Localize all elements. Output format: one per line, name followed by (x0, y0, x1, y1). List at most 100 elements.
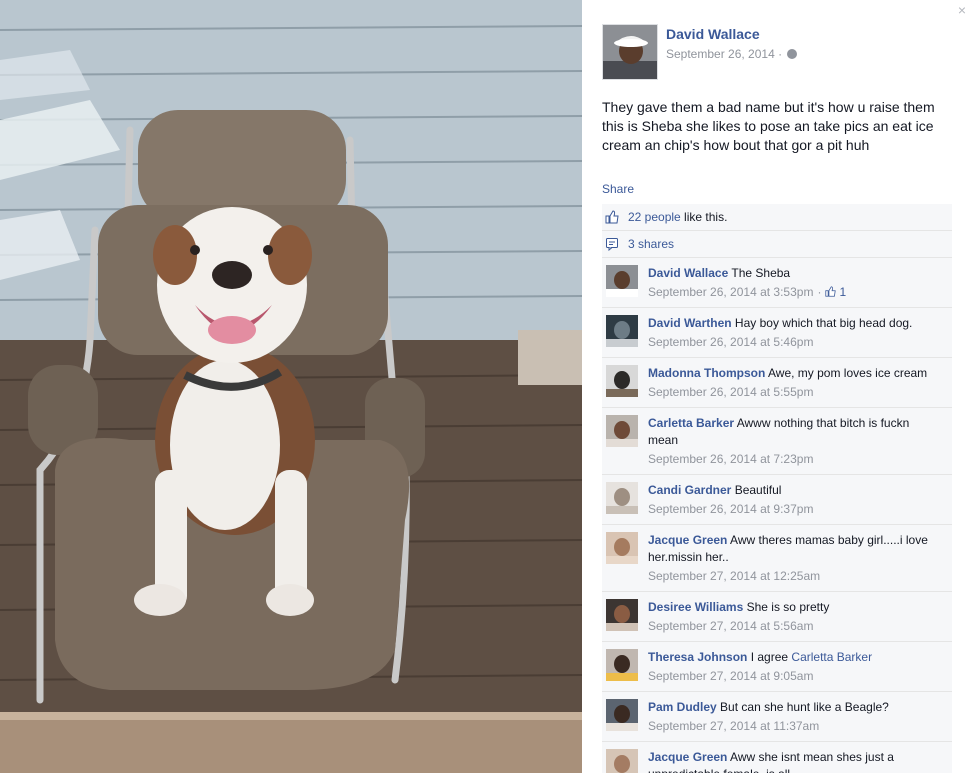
comment-body: Madonna Thompson Awe, my pom loves ice c… (648, 365, 934, 401)
likes-row: 22 people like this. (602, 204, 952, 231)
commenter-avatar[interactable] (606, 649, 638, 681)
post-author-header: David Wallace September 26, 2014 · (602, 24, 798, 80)
comment-mention-link[interactable]: Carletta Barker (791, 650, 872, 664)
author-name[interactable]: David Wallace (666, 26, 797, 42)
comment-text: But can she hunt like a Beagle? (720, 700, 889, 714)
commenter-avatar[interactable] (606, 415, 638, 447)
comment-meta: September 27, 2014 at 12:25am (648, 568, 934, 585)
comment-item: Carletta Barker Awww nothing that bitch … (602, 408, 952, 475)
comment-author[interactable]: Madonna Thompson (648, 366, 765, 380)
comment-timestamp[interactable]: September 26, 2014 at 9:37pm (648, 502, 813, 516)
comment-author[interactable]: David Warthen (648, 316, 732, 330)
share-icon (604, 236, 620, 252)
post-date-line: September 26, 2014 · (666, 47, 798, 61)
comment-line: Theresa Johnson I agree Carletta Barker (648, 649, 934, 666)
comment-body: Carletta Barker Awww nothing that bitch … (648, 415, 934, 468)
comment-item: David Warthen Hay boy which that big hea… (602, 308, 952, 358)
comment-meta: September 27, 2014 at 9:05am (648, 668, 934, 685)
comment-item: Theresa Johnson I agree Carletta Barker S… (602, 642, 952, 692)
comment-item: Madonna Thompson Awe, my pom loves ice c… (602, 358, 952, 408)
comment-timestamp[interactable]: September 26, 2014 at 7:23pm (648, 452, 813, 466)
comment-author[interactable]: Pam Dudley (648, 700, 717, 714)
comment-meta: September 26, 2014 at 7:23pm (648, 451, 934, 468)
comment-line: Jacque Green Aww theres mamas baby girl.… (648, 532, 934, 566)
author-meta: David Wallace September 26, 2014 · (666, 26, 798, 80)
comment-timestamp[interactable]: September 26, 2014 at 3:53pm (648, 285, 813, 299)
commenter-avatar[interactable] (606, 699, 638, 731)
comment-meta: September 26, 2014 at 3:53pm · 1 (648, 284, 934, 301)
commenter-avatar[interactable] (606, 532, 638, 564)
comment-author[interactable]: Candi Gardner (648, 483, 731, 497)
comment-body: Theresa Johnson I agree Carletta Barker S… (648, 649, 934, 685)
comment-item: Desiree Williams She is so pretty Septemb… (602, 592, 952, 642)
comment-author[interactable]: Jacque Green (648, 750, 727, 764)
comment-author[interactable]: Desiree Williams (648, 600, 743, 614)
comment-text: I agree (750, 650, 789, 664)
comment-line: Jacque Green Aww she isnt mean shes just… (648, 749, 934, 773)
comment-meta: September 26, 2014 at 5:46pm (648, 334, 934, 351)
likes-suffix: like this. (680, 210, 728, 224)
comment-item: Jacque Green Aww she isnt mean shes just… (602, 742, 952, 773)
comment-body: Pam Dudley But can she hunt like a Beagl… (648, 699, 934, 735)
comment-timestamp[interactable]: September 27, 2014 at 12:25am (648, 569, 820, 583)
commenter-avatar[interactable] (606, 482, 638, 514)
comment-timestamp[interactable]: September 27, 2014 at 11:37am (648, 719, 819, 733)
comment-line: David Warthen Hay boy which that big hea… (648, 315, 934, 332)
comment-item: Candi Gardner Beautiful September 26, 201… (602, 475, 952, 525)
comment-line: Carletta Barker Awww nothing that bitch … (648, 415, 934, 449)
comment-line: Desiree Williams She is so pretty (648, 599, 934, 616)
comment-text: The Sheba (731, 266, 791, 280)
comment-meta: September 27, 2014 at 11:37am (648, 718, 934, 735)
comment-like-count[interactable]: 1 (839, 285, 846, 299)
comment-author[interactable]: Theresa Johnson (648, 650, 747, 664)
comment-item: Jacque Green Aww theres mamas baby girl.… (602, 525, 952, 592)
comment-author[interactable]: Carletta Barker (648, 416, 734, 430)
commenter-avatar[interactable] (606, 315, 638, 347)
comment-meta: September 26, 2014 at 9:37pm (648, 501, 934, 518)
comment-body: David Warthen Hay boy which that big hea… (648, 315, 934, 351)
commenter-avatar[interactable] (606, 599, 638, 631)
comment-text: She is so pretty (746, 600, 830, 614)
commenter-avatar[interactable] (606, 265, 638, 297)
comment-line: Candi Gardner Beautiful (648, 482, 934, 499)
comment-text: Beautiful (734, 483, 782, 497)
post-photo[interactable] (0, 0, 582, 773)
comment-timestamp[interactable]: September 27, 2014 at 5:56am (648, 619, 813, 633)
comment-text: Hay boy which that big head dog. (734, 316, 913, 330)
comment-meta: September 26, 2014 at 5:55pm (648, 384, 934, 401)
commenter-avatar[interactable] (606, 365, 638, 397)
author-avatar[interactable] (602, 24, 658, 80)
comment-body: Jacque Green Aww theres mamas baby girl.… (648, 532, 934, 585)
comment-text: Awe, my pom loves ice cream (768, 366, 928, 380)
comment-meta: September 27, 2014 at 5:56am (648, 618, 934, 635)
post-side-panel: × David Wallace September 26, 2014 · The… (582, 0, 973, 773)
feedback-panel: 22 people like this. 3 shares David Wall… (602, 204, 952, 773)
likes-count-link[interactable]: 22 people (628, 210, 681, 224)
comment-body: Candi Gardner Beautiful September 26, 201… (648, 482, 934, 518)
comment-item: David Wallace The Sheba September 26, 201… (602, 258, 952, 308)
shares-count-link[interactable]: 3 shares (628, 237, 674, 251)
thumbs-up-icon (604, 209, 620, 225)
post-caption: They gave them a bad name but it's how u… (602, 99, 935, 153)
comment-line: Pam Dudley But can she hunt like a Beagl… (648, 699, 934, 716)
thumbs-up-icon[interactable] (825, 285, 837, 299)
post-date[interactable]: September 26, 2014 (666, 47, 775, 61)
meta-separator: · (817, 285, 822, 299)
comment-item: Pam Dudley But can she hunt like a Beagl… (602, 692, 952, 742)
comment-line: Madonna Thompson Awe, my pom loves ice c… (648, 365, 934, 382)
commenter-avatar[interactable] (606, 749, 638, 773)
comment-body: David Wallace The Sheba September 26, 201… (648, 265, 934, 301)
comment-author[interactable]: Jacque Green (648, 533, 727, 547)
comment-timestamp[interactable]: September 26, 2014 at 5:46pm (648, 335, 813, 349)
globe-icon[interactable] (787, 49, 798, 59)
share-link[interactable]: Share (602, 182, 634, 196)
comment-body: Jacque Green Aww she isnt mean shes just… (648, 749, 934, 773)
comment-author[interactable]: David Wallace (648, 266, 728, 280)
close-icon[interactable]: × (958, 2, 966, 18)
comment-timestamp[interactable]: September 27, 2014 at 9:05am (648, 669, 813, 683)
dog-photo-illustration (0, 0, 582, 773)
date-separator: · (778, 47, 783, 61)
comment-timestamp[interactable]: September 26, 2014 at 5:55pm (648, 385, 813, 399)
comment-list: David Wallace The Sheba September 26, 201… (602, 258, 952, 773)
comment-line: David Wallace The Sheba (648, 265, 934, 282)
